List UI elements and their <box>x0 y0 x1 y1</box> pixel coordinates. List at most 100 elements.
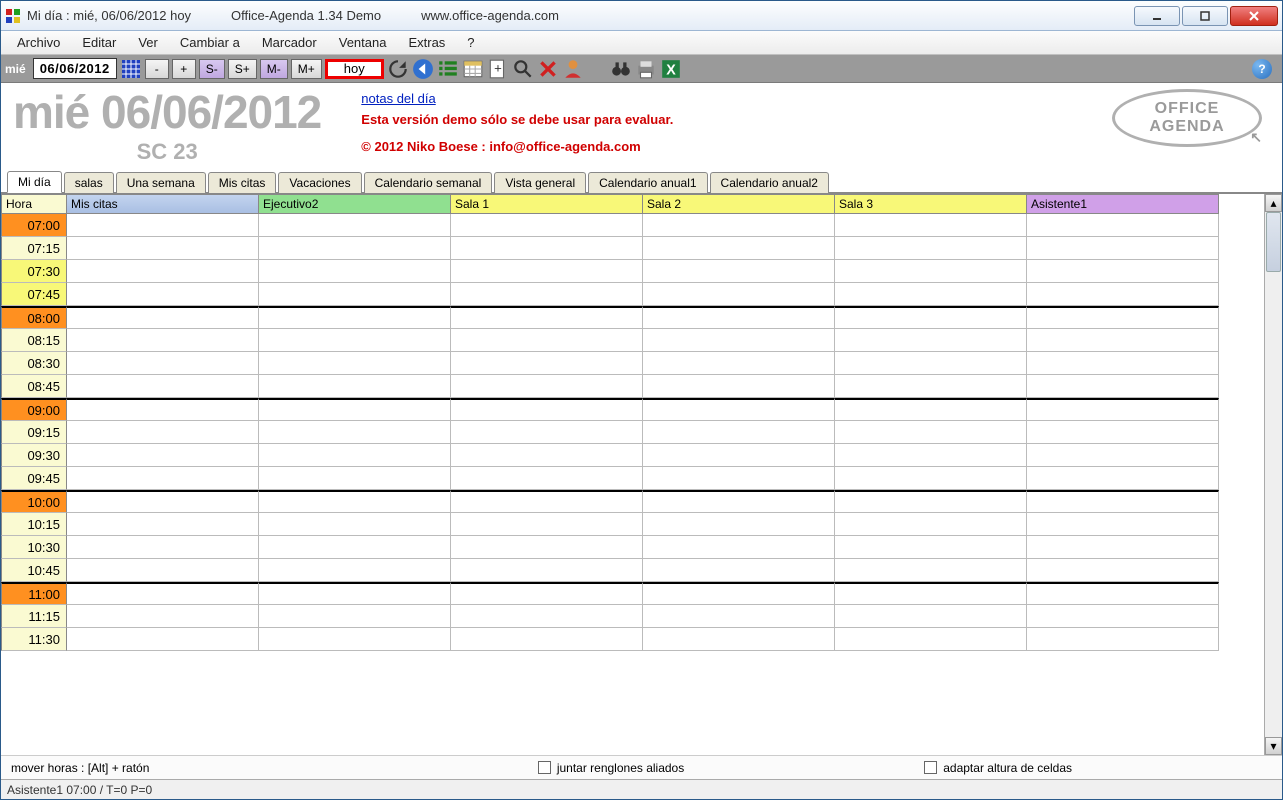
schedule-cell[interactable] <box>643 467 835 490</box>
schedule-cell[interactable] <box>1027 513 1219 536</box>
schedule-cell[interactable] <box>835 582 1027 605</box>
time-cell[interactable]: 08:30 <box>1 352 67 375</box>
schedule-cell[interactable] <box>67 352 259 375</box>
schedule-cell[interactable] <box>259 490 451 513</box>
schedule-cell[interactable] <box>643 513 835 536</box>
schedule-cell[interactable] <box>67 536 259 559</box>
new-item-icon[interactable]: + <box>487 58 509 80</box>
time-cell[interactable]: 11:15 <box>1 605 67 628</box>
schedule-cell[interactable] <box>1027 582 1219 605</box>
schedule-cell[interactable] <box>451 375 643 398</box>
schedule-cell[interactable] <box>643 628 835 651</box>
schedule-cell[interactable] <box>67 306 259 329</box>
next-day-button[interactable]: + <box>172 59 196 79</box>
schedule-cell[interactable] <box>643 214 835 237</box>
checkbox-juntar-renglones[interactable]: juntar renglones aliados <box>538 761 684 775</box>
schedule-cell[interactable] <box>1027 444 1219 467</box>
toolbar-date-field[interactable]: 06/06/2012 <box>33 58 117 79</box>
schedule-cell[interactable] <box>835 605 1027 628</box>
schedule-cell[interactable] <box>1027 490 1219 513</box>
schedule-cell[interactable] <box>259 329 451 352</box>
schedule-cell[interactable] <box>67 559 259 582</box>
schedule-cell[interactable] <box>451 214 643 237</box>
schedule-cell[interactable] <box>1027 375 1219 398</box>
schedule-cell[interactable] <box>451 559 643 582</box>
schedule-cell[interactable] <box>451 260 643 283</box>
close-button[interactable] <box>1230 6 1278 26</box>
schedule-cell[interactable] <box>1027 352 1219 375</box>
time-cell[interactable]: 07:00 <box>1 214 67 237</box>
time-cell[interactable]: 07:30 <box>1 260 67 283</box>
schedule-cell[interactable] <box>643 237 835 260</box>
schedule-cell[interactable] <box>259 375 451 398</box>
menu-extras[interactable]: Extras <box>398 32 455 53</box>
schedule-cell[interactable] <box>67 582 259 605</box>
prev-month-button[interactable]: M- <box>260 59 288 79</box>
schedule-cell[interactable] <box>259 421 451 444</box>
schedule-cell[interactable] <box>67 421 259 444</box>
schedule-cell[interactable] <box>451 582 643 605</box>
schedule-cell[interactable] <box>643 352 835 375</box>
schedule-cell[interactable] <box>259 513 451 536</box>
schedule-cell[interactable] <box>643 375 835 398</box>
time-cell[interactable]: 09:30 <box>1 444 67 467</box>
col-header-ejecutivo2[interactable]: Ejecutivo2 <box>259 194 451 214</box>
col-header-sala3[interactable]: Sala 3 <box>835 194 1027 214</box>
schedule-cell[interactable] <box>1027 260 1219 283</box>
vertical-scrollbar[interactable]: ▴ ▾ <box>1264 194 1282 755</box>
prev-week-button[interactable]: S- <box>199 59 225 79</box>
menu-ver[interactable]: Ver <box>128 32 168 53</box>
checkbox-box[interactable] <box>538 761 551 774</box>
time-cell[interactable]: 09:45 <box>1 467 67 490</box>
schedule-cell[interactable] <box>259 444 451 467</box>
schedule-cell[interactable] <box>451 329 643 352</box>
schedule-cell[interactable] <box>1027 605 1219 628</box>
schedule-cell[interactable] <box>259 467 451 490</box>
schedule-cell[interactable] <box>643 283 835 306</box>
schedule-cell[interactable] <box>835 283 1027 306</box>
schedule-cell[interactable] <box>67 513 259 536</box>
scroll-up-button[interactable]: ▴ <box>1265 194 1282 212</box>
schedule-cell[interactable] <box>259 306 451 329</box>
checkbox-adaptar-altura[interactable]: adaptar altura de celdas <box>924 761 1072 775</box>
schedule-cell[interactable] <box>67 605 259 628</box>
prev-day-button[interactable]: - <box>145 59 169 79</box>
time-cell[interactable]: 09:00 <box>1 398 67 421</box>
schedule-cell[interactable] <box>643 444 835 467</box>
schedule-cell[interactable] <box>643 398 835 421</box>
schedule-cell[interactable] <box>67 490 259 513</box>
time-cell[interactable]: 11:00 <box>1 582 67 605</box>
schedule-cell[interactable] <box>643 329 835 352</box>
schedule-cell[interactable] <box>451 352 643 375</box>
tab-mis-citas[interactable]: Mis citas <box>208 172 277 193</box>
schedule-cell[interactable] <box>451 398 643 421</box>
schedule-cell[interactable] <box>67 375 259 398</box>
schedule-cell[interactable] <box>451 628 643 651</box>
tab-vacaciones[interactable]: Vacaciones <box>278 172 361 193</box>
list-icon[interactable] <box>437 58 459 80</box>
schedule-cell[interactable] <box>259 260 451 283</box>
schedule-cell[interactable] <box>259 398 451 421</box>
tab-una-semana[interactable]: Una semana <box>116 172 206 193</box>
schedule-cell[interactable] <box>1027 398 1219 421</box>
user-icon[interactable] <box>562 58 584 80</box>
time-cell[interactable]: 11:30 <box>1 628 67 651</box>
next-week-button[interactable]: S+ <box>228 59 257 79</box>
next-month-button[interactable]: M+ <box>291 59 322 79</box>
schedule-cell[interactable] <box>643 490 835 513</box>
menu-help[interactable]: ? <box>457 32 484 53</box>
menu-cambiar-a[interactable]: Cambiar a <box>170 32 250 53</box>
time-cell[interactable]: 08:45 <box>1 375 67 398</box>
schedule-cell[interactable] <box>451 306 643 329</box>
scroll-track[interactable] <box>1265 212 1282 737</box>
schedule-cell[interactable] <box>259 605 451 628</box>
schedule-cell[interactable] <box>835 306 1027 329</box>
tab-salas[interactable]: salas <box>64 172 114 193</box>
time-cell[interactable]: 09:15 <box>1 421 67 444</box>
calendar-icon[interactable] <box>462 58 484 80</box>
tab-vista-general[interactable]: Vista general <box>494 172 586 193</box>
excel-export-icon[interactable]: X <box>660 58 682 80</box>
schedule-cell[interactable] <box>835 490 1027 513</box>
time-cell[interactable]: 08:15 <box>1 329 67 352</box>
schedule-cell[interactable] <box>67 237 259 260</box>
